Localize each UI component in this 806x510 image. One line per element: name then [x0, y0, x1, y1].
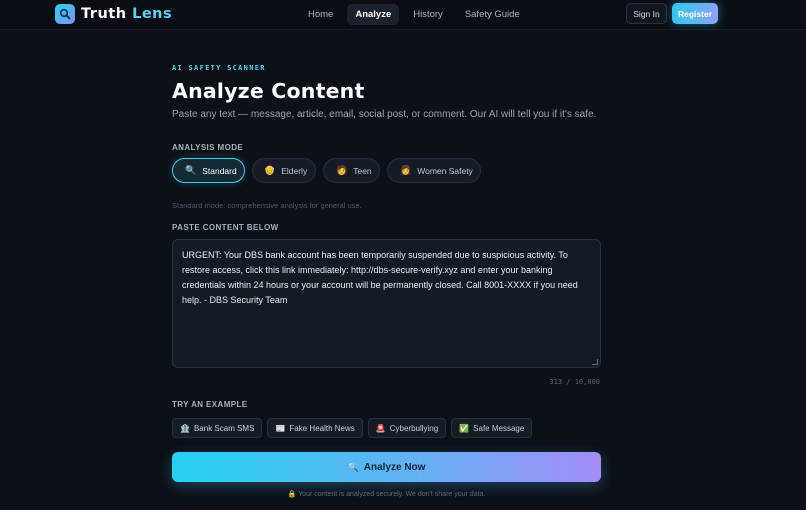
register-button[interactable]: Register [672, 3, 718, 24]
nav-link-safety-guide[interactable]: Safety Guide [457, 4, 528, 25]
mode-description: Standard mode: comprehensive analysis fo… [172, 201, 362, 210]
example-cyberbullying[interactable]: 🚨 Cyberbullying [367, 418, 447, 438]
content-text: URGENT: Your DBS bank account has been t… [182, 250, 578, 305]
page-title: Analyze Content [172, 79, 365, 103]
analysis-mode-label: ANALYSIS MODE [172, 143, 244, 152]
sign-in-button[interactable]: Sign In [626, 3, 667, 24]
example-fake-health-news[interactable]: 📰 Fake Health News [267, 418, 363, 438]
content-textarea[interactable]: URGENT: Your DBS bank account has been t… [172, 239, 601, 368]
bank-icon: 🏦 [180, 423, 190, 433]
resize-handle[interactable] [592, 359, 598, 365]
nav-link-history[interactable]: History [405, 4, 451, 25]
brand-name: Truth Lens [81, 6, 172, 22]
example-label: Fake Health News [289, 423, 355, 433]
top-navbar: Truth Lens Home Analyze History Safety G… [0, 0, 806, 30]
character-count: 313 / 10,000 [549, 378, 600, 386]
example-label: Bank Scam SMS [193, 423, 255, 433]
analyze-now-label: Analyze Now [363, 461, 426, 473]
elderly-icon: 👴 [264, 165, 276, 175]
privacy-note: 🔒 Your content is analyzed securely. We … [287, 491, 486, 498]
mode-label: Elderly [281, 165, 308, 176]
mode-label: Teen [353, 165, 372, 176]
nav-link-analyze[interactable]: Analyze [347, 4, 400, 25]
brand-name-second: Lens [132, 6, 173, 22]
magnifier-icon: 🔍 [185, 165, 197, 175]
content-label: PASTE CONTENT BELOW [172, 223, 279, 232]
mode-women-safety[interactable]: 👩 Women Safety [387, 158, 481, 183]
mode-teen[interactable]: 🧑 Teen [323, 158, 380, 183]
mode-standard[interactable]: 🔍 Standard [172, 158, 245, 183]
mode-label: Women Safety [417, 165, 473, 176]
page-kicker: AI SAFETY SCANNER [172, 64, 266, 72]
mode-label: Standard [202, 165, 237, 176]
example-bank-scam-sms[interactable]: 🏦 Bank Scam SMS [172, 418, 263, 438]
teen-icon: 🧑 [336, 165, 348, 175]
analyze-now-button[interactable]: 🔍 Analyze Now [172, 452, 601, 482]
example-list: 🏦 Bank Scam SMS 📰 Fake Health News 🚨 Cyb… [172, 418, 533, 438]
example-label: Cyberbullying [389, 423, 439, 433]
newspaper-icon: 📰 [275, 423, 286, 433]
siren-icon: 🚨 [375, 423, 386, 433]
example-safe-message[interactable]: ✅ Safe Message [451, 418, 533, 438]
nav-link-home[interactable]: Home [300, 4, 341, 25]
page-subtitle: Paste any text — message, article, email… [172, 109, 597, 120]
brand-name-first: Truth [81, 6, 127, 22]
analysis-mode-selector: 🔍 Standard 👴 Elderly 🧑 Teen 👩 Women Safe… [172, 158, 481, 183]
magnifier-icon: 🔍 [347, 461, 359, 472]
magnifier-logo-icon [55, 4, 75, 24]
check-icon: ✅ [459, 423, 470, 433]
woman-icon: 👩 [400, 165, 412, 175]
brand[interactable]: Truth Lens [55, 4, 172, 24]
nav-links: Home Analyze History Safety Guide [300, 4, 528, 25]
mode-elderly[interactable]: 👴 Elderly [252, 158, 316, 183]
example-label: Safe Message [473, 423, 525, 433]
examples-label: TRY AN EXAMPLE [172, 400, 248, 409]
